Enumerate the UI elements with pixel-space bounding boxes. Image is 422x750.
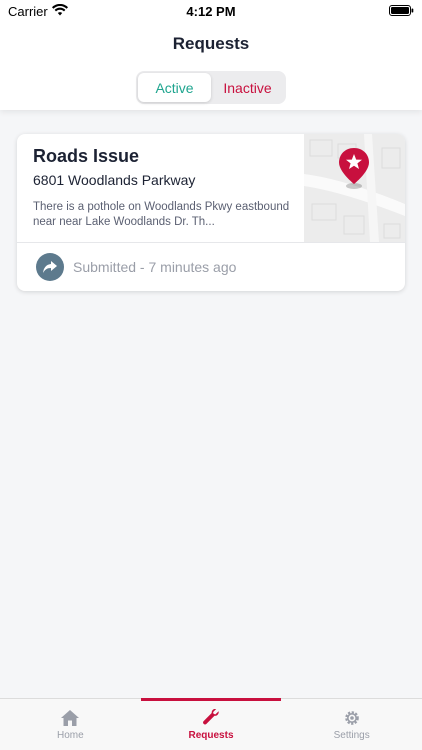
- request-description: There is a pothole on Woodlands Pkwy eas…: [33, 201, 290, 228]
- tab-requests[interactable]: Requests: [140, 698, 282, 750]
- tab-settings-label: Settings: [333, 730, 370, 741]
- tab-requests-label: Requests: [188, 730, 234, 741]
- map-thumbnail: [304, 134, 405, 242]
- share-arrow-icon: [43, 261, 57, 273]
- segment-inactive[interactable]: Inactive: [211, 73, 284, 102]
- request-card[interactable]: Roads Issue 6801 Woodlands Parkway There…: [17, 134, 405, 291]
- card-divider: [17, 242, 405, 243]
- home-icon: [61, 710, 80, 726]
- gear-icon: [344, 711, 359, 725]
- map-pin-star-icon: [339, 148, 369, 189]
- request-title: Roads Issue: [33, 146, 140, 166]
- tab-bar: Home Requests Settings: [0, 698, 422, 750]
- page-title: Requests: [172, 34, 250, 53]
- clock-time: 4:12 PM: [186, 4, 236, 19]
- tab-settings[interactable]: Settings: [281, 699, 422, 750]
- status-bar: Carrier 4:12 PM: [0, 0, 422, 22]
- tab-home-label: Home: [56, 730, 84, 741]
- request-status: Submitted - 7 minutes ago: [73, 259, 237, 275]
- battery-icon: [389, 5, 414, 16]
- top-header-area: Carrier 4:12 PM Requests Active Inactive: [0, 0, 422, 110]
- segment-active[interactable]: Active: [138, 73, 211, 102]
- active-inactive-segmented-control: Active Inactive: [136, 71, 286, 104]
- status-icon-badge: [36, 253, 64, 281]
- tab-home[interactable]: Home: [0, 699, 141, 750]
- wrench-icon: [203, 709, 219, 725]
- tab-selected-indicator: [140, 698, 282, 701]
- request-address: 6801 Woodlands Parkway: [33, 172, 196, 188]
